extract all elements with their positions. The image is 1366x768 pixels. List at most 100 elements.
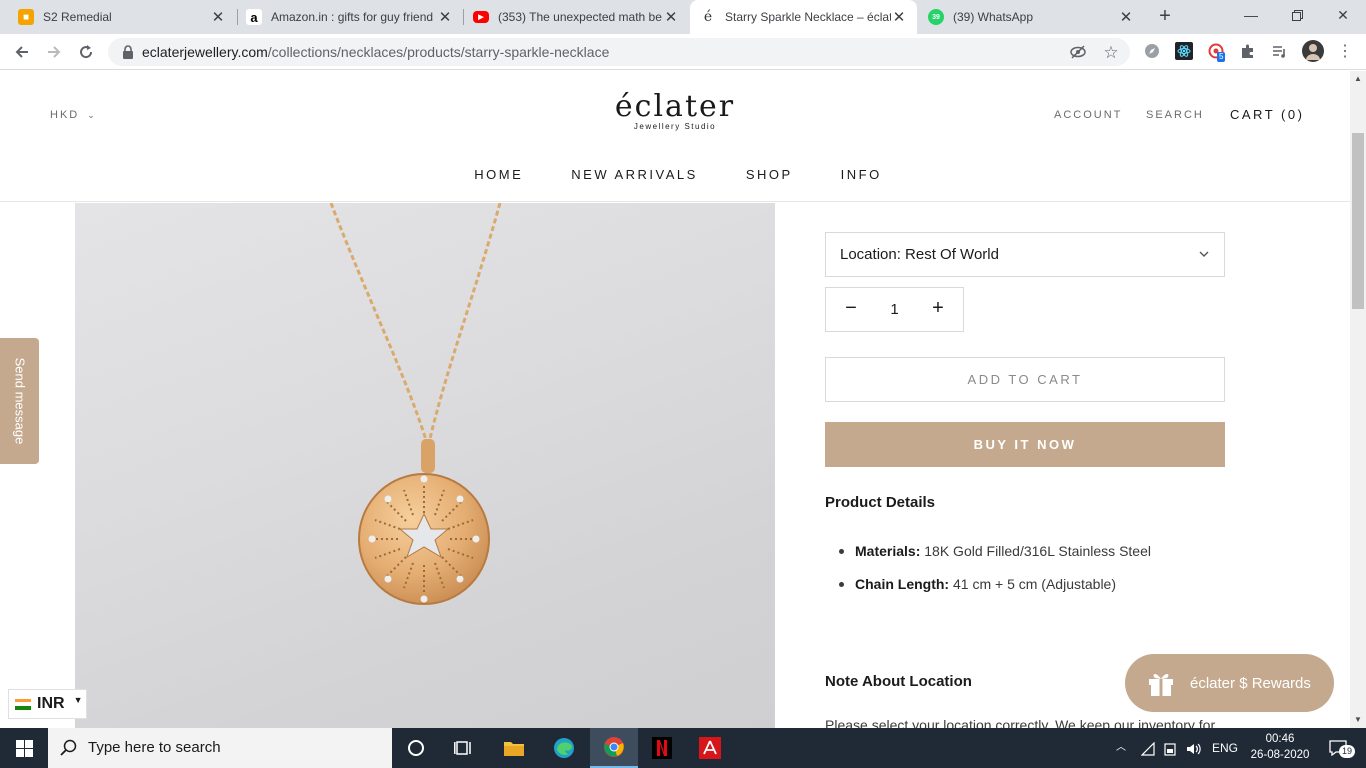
- decrease-quantity-button[interactable]: −: [828, 288, 874, 331]
- location-select[interactable]: Location: Rest Of World: [825, 232, 1225, 277]
- scroll-up-icon[interactable]: ▲: [1350, 71, 1366, 87]
- currency-switch-label: INR: [37, 695, 65, 712]
- quantity-value[interactable]: 1: [872, 288, 917, 331]
- currency-switcher[interactable]: INR ▼: [8, 689, 87, 719]
- scroll-down-icon[interactable]: ▼: [1350, 712, 1366, 728]
- account-link[interactable]: ACCOUNT: [1054, 109, 1122, 121]
- eye-off-icon[interactable]: [1069, 44, 1087, 62]
- nav-info[interactable]: INFO: [835, 167, 882, 182]
- network-icon[interactable]: [1140, 728, 1155, 768]
- gift-icon: [1149, 673, 1173, 696]
- tab-title: S2 Remedial: [43, 10, 112, 24]
- rewards-label: éclater $ Rewards: [1190, 674, 1311, 692]
- tab-title: (39) WhatsApp: [953, 10, 1034, 24]
- location-value: Location: Rest Of World: [840, 246, 999, 263]
- send-message-tab[interactable]: Send message: [0, 338, 39, 464]
- taskbar-search[interactable]: Type here to search: [48, 728, 392, 768]
- star-icon[interactable]: ☆: [1102, 44, 1120, 62]
- chrome-icon[interactable]: [590, 728, 638, 768]
- detail-label: Materials:: [855, 543, 921, 559]
- list-item: Materials: 18K Gold Filled/316L Stainles…: [825, 543, 1245, 576]
- windows-logo-icon: [15, 739, 33, 757]
- cart-link[interactable]: CART (0): [1230, 107, 1304, 122]
- extension-badge-icon[interactable]: 5: [1207, 42, 1226, 62]
- restore-button[interactable]: [1274, 0, 1320, 30]
- tab-youtube[interactable]: ▶ (353) The unexpected math be ✕: [463, 0, 689, 34]
- language-indicator[interactable]: ENG: [1212, 728, 1238, 768]
- close-window-button[interactable]: ✕: [1320, 0, 1366, 30]
- search-icon: [60, 739, 77, 756]
- clock-date: 26-08-2020: [1250, 749, 1310, 761]
- add-to-cart-button[interactable]: ADD TO CART: [825, 357, 1225, 402]
- react-devtools-icon[interactable]: [1175, 42, 1193, 60]
- tab-s2-remedial[interactable]: ■ S2 Remedial ✕: [8, 0, 236, 34]
- tab-title: (353) The unexpected math be: [498, 10, 662, 24]
- edge-icon[interactable]: [540, 728, 588, 768]
- bullet: [839, 582, 844, 587]
- tab-eclater[interactable]: é Starry Sparkle Necklace – éclat ✕: [690, 0, 917, 34]
- address-bar[interactable]: eclaterjewellery.com/collections/necklac…: [108, 38, 1130, 66]
- notification-count: 19: [1339, 745, 1356, 758]
- increase-quantity-button[interactable]: +: [915, 288, 961, 331]
- eclater-icon: é: [703, 9, 713, 25]
- main-nav: HOME NEW ARRIVALS SHOP INFO: [0, 167, 1350, 182]
- classroom-icon: ■: [18, 9, 34, 25]
- india-flag-icon: [15, 698, 31, 710]
- acrobat-icon[interactable]: [686, 728, 734, 768]
- minimize-button[interactable]: —: [1228, 0, 1274, 30]
- back-button[interactable]: [10, 40, 34, 64]
- volume-icon[interactable]: [1186, 728, 1202, 768]
- start-button[interactable]: [0, 728, 48, 768]
- search-link[interactable]: SEARCH: [1146, 109, 1204, 121]
- close-icon[interactable]: ✕: [437, 8, 453, 26]
- forward-button[interactable]: [42, 40, 66, 64]
- note-heading: Note About Location: [825, 673, 972, 690]
- cortana-icon[interactable]: [392, 728, 440, 768]
- notifications-icon[interactable]: 19: [1318, 728, 1358, 768]
- system-clock[interactable]: 00:46 26-08-2020: [1248, 731, 1312, 763]
- product-image[interactable]: [75, 203, 775, 728]
- tab-amazon[interactable]: a Amazon.in : gifts for guy friend ✕: [236, 0, 463, 34]
- file-explorer-icon[interactable]: [490, 728, 538, 768]
- extension-compass-icon[interactable]: [1143, 42, 1161, 60]
- netflix-icon[interactable]: [638, 728, 686, 768]
- whatsapp-icon: 39: [928, 9, 944, 25]
- buy-it-now-button[interactable]: BUY IT NOW: [825, 422, 1225, 467]
- nav-shop[interactable]: SHOP: [740, 167, 793, 182]
- close-icon[interactable]: ✕: [891, 8, 907, 26]
- close-icon[interactable]: ✕: [663, 8, 679, 26]
- show-hidden-icons[interactable]: ︿: [1116, 728, 1126, 768]
- nav-home[interactable]: HOME: [468, 167, 523, 182]
- windows-taskbar: Type here to search ︿ ENG 00:46 26-08-20…: [0, 728, 1366, 768]
- tab-whatsapp[interactable]: 39 (39) WhatsApp ✕: [918, 0, 1144, 34]
- detail-label: Chain Length:: [855, 576, 950, 592]
- tab-title: Amazon.in : gifts for guy friend: [271, 10, 434, 24]
- restore-icon: [1291, 9, 1303, 21]
- necklace-photo: [329, 203, 502, 605]
- rewards-launcher[interactable]: éclater $ Rewards: [1125, 654, 1334, 712]
- scrollbar-thumb[interactable]: [1352, 133, 1364, 309]
- kebab-menu-icon[interactable]: ⋮: [1336, 42, 1354, 60]
- nav-new-arrivals[interactable]: NEW ARRIVALS: [565, 167, 698, 182]
- send-message-label: Send message: [12, 357, 27, 445]
- puzzle-icon[interactable]: [1239, 42, 1257, 60]
- battery-icon[interactable]: [1164, 728, 1176, 768]
- taskbar-search-placeholder: Type here to search: [88, 739, 221, 756]
- page-scrollbar[interactable]: ▲ ▼: [1350, 71, 1366, 728]
- url-domain: eclaterjewellery.com: [142, 44, 268, 60]
- close-icon[interactable]: ✕: [1118, 8, 1134, 26]
- task-view-icon[interactable]: [440, 728, 488, 768]
- amazon-icon: a: [246, 9, 262, 25]
- new-tab-button[interactable]: +: [1153, 5, 1177, 29]
- close-icon[interactable]: ✕: [210, 8, 226, 26]
- browser-toolbar: eclaterjewellery.com/collections/necklac…: [0, 34, 1366, 70]
- site-header: HKD ⌄ éclater Jewellery Studio ACCOUNT S…: [0, 71, 1350, 202]
- tab-title: Starry Sparkle Necklace – éclat: [725, 10, 891, 24]
- arrow-right-icon: [48, 46, 61, 58]
- browser-tab-strip: ■ S2 Remedial ✕ a Amazon.in : gifts for …: [0, 0, 1366, 34]
- product-details-list: Materials: 18K Gold Filled/316L Stainles…: [825, 543, 1245, 609]
- media-queue-icon[interactable]: [1270, 42, 1288, 60]
- note-text: Please select your location correctly. W…: [825, 718, 1225, 728]
- profile-avatar[interactable]: [1302, 40, 1324, 62]
- reload-button[interactable]: [74, 40, 98, 64]
